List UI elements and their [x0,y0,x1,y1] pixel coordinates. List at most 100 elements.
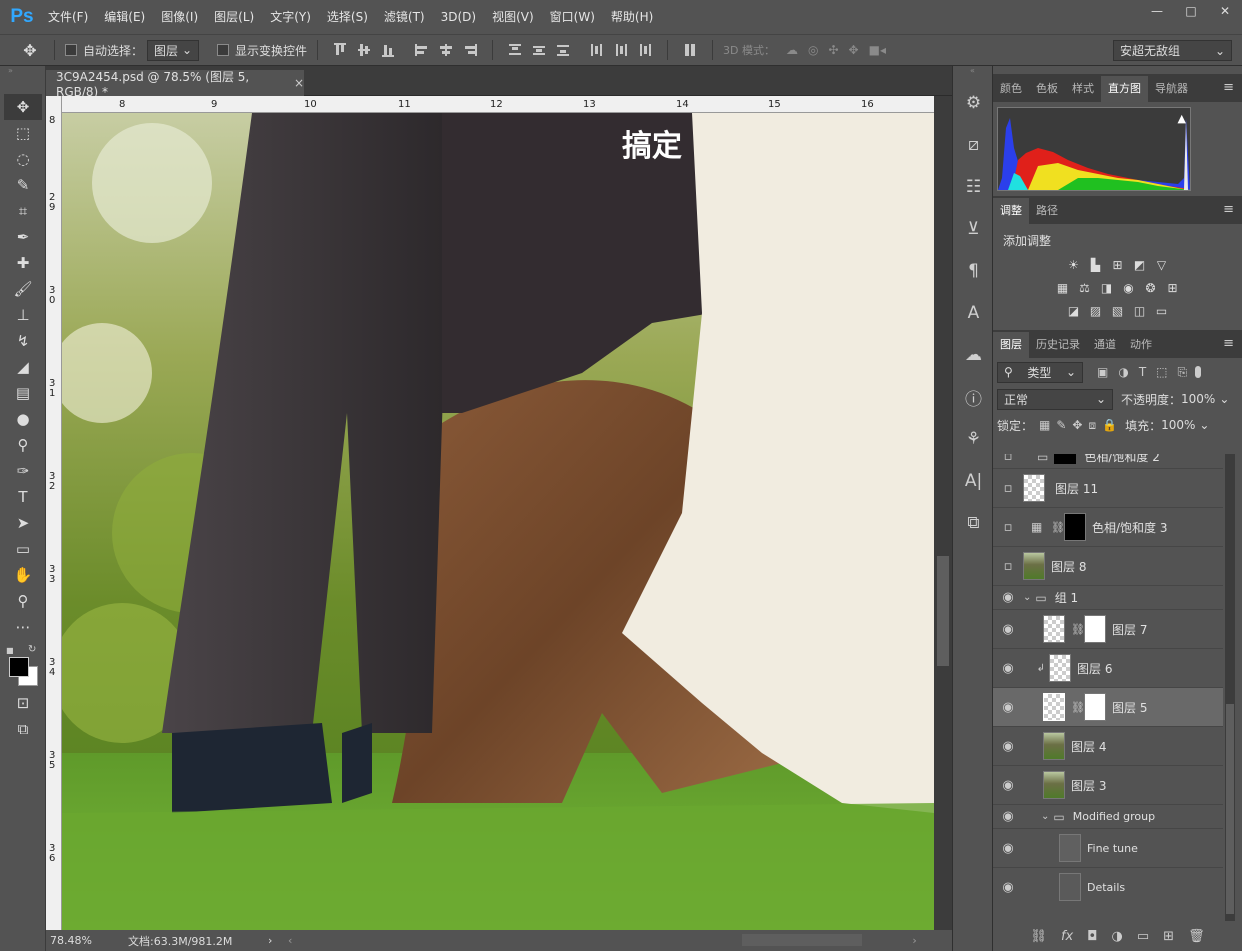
path-select-tool[interactable]: ➤ [0,510,46,536]
eraser-tool[interactable]: ◢ [0,354,46,380]
distribute-left-icon[interactable] [589,42,605,58]
trash-icon[interactable]: 🗑 [1188,929,1205,944]
layer-row-selected[interactable]: ◉ ⛓ 图层 5 [993,687,1223,726]
horizontal-scrollbar[interactable] [292,930,912,951]
panel-menu-icon[interactable]: ≡ [1223,202,1234,217]
layer-row[interactable]: ◉ Fine tune [993,828,1223,867]
panel-menu-icon[interactable]: ≡ [1223,336,1234,351]
eye-icon[interactable]: ◉ [993,622,1023,637]
vertical-scrollbar[interactable] [934,96,952,930]
blur-tool[interactable]: ● [0,406,46,432]
eye-icon[interactable]: ◉ [993,880,1023,895]
swap-colors-icon[interactable]: ↻ [28,644,36,655]
layer-row[interactable]: ▫ ▭ 色相/饱和度 2 [993,454,1223,468]
new-group-icon[interactable]: ▭ [1137,929,1149,944]
status-menu-icon[interactable]: › [268,934,282,947]
fx-icon[interactable]: fx [1061,929,1073,944]
minimize-button[interactable]: — [1140,0,1174,22]
lock-all-icon[interactable]: 🔒 [1102,418,1117,432]
clone-stamp-tool[interactable]: ⊥ [0,302,46,328]
character-styles-icon[interactable]: A| [953,460,994,502]
lock-position-icon[interactable]: ✥ [1072,418,1082,432]
close-button[interactable]: ✕ [1208,0,1242,22]
distribute-right-icon[interactable] [637,42,653,58]
eye-icon[interactable]: ◉ [993,739,1023,754]
tab-styles[interactable]: 样式 [1065,76,1101,102]
hue-saturation-icon[interactable]: ▦ [1054,279,1072,297]
channel-mixer-icon[interactable]: ❂ [1142,279,1160,297]
gradient-tool[interactable]: ▤ [0,380,46,406]
move-tool-icon[interactable]: ✥ [10,34,50,66]
align-hcenter-icon[interactable] [438,42,454,58]
distribute-bottom-icon[interactable] [555,42,571,58]
3d-slide-icon[interactable]: ✥ [849,43,859,57]
scroll-right-icon[interactable]: › [912,934,916,947]
tab-adjustments[interactable]: 调整 [993,198,1029,224]
opacity-value[interactable]: 100% [1181,392,1215,406]
brush-tool[interactable]: 🖌 [0,276,46,302]
chevron-down-icon[interactable]: ⌄ [1041,811,1049,822]
menu-help[interactable]: 帮助(H) [603,0,661,34]
curves-icon[interactable]: ⊞ [1109,256,1127,274]
tab-color[interactable]: 颜色 [993,76,1029,102]
eye-icon[interactable]: ◉ [993,590,1023,605]
rectangle-tool[interactable]: ▭ [0,536,46,562]
eye-icon[interactable]: ◉ [993,700,1023,715]
filter-adjustment-icon[interactable]: ◑ [1118,365,1128,379]
marquee-tool[interactable]: ⬚ [0,120,46,146]
fill-value[interactable]: 100% [1161,418,1195,432]
filter-pixel-icon[interactable]: ▣ [1097,365,1108,379]
menu-select[interactable]: 选择(S) [319,0,376,34]
layer-row[interactable]: ▫ 图层 11 [993,468,1223,507]
menu-image[interactable]: 图像(I) [153,0,206,34]
layer-filter-dropdown[interactable]: ⚲ 类型 ⌄ [997,361,1083,383]
align-top-icon[interactable] [332,42,348,58]
align-bottom-icon[interactable] [380,42,396,58]
brightness-icon[interactable]: ☀ [1065,256,1083,274]
tab-actions[interactable]: 动作 [1123,332,1159,358]
group-row[interactable]: ◉ ⌄ ▭ 组 1 [993,585,1223,609]
menu-view[interactable]: 视图(V) [484,0,542,34]
layers-scroll-thumb[interactable] [1226,704,1234,914]
3d-scale-icon[interactable]: ■◂ [869,43,886,57]
warning-icon[interactable]: ▲ [1178,112,1186,125]
eyedropper-tool[interactable]: ✒ [0,224,46,250]
tab-histogram[interactable]: 直方图 [1101,76,1148,102]
invert-icon[interactable]: ◪ [1065,302,1083,320]
menu-window[interactable]: 窗口(W) [542,0,603,34]
layer-row[interactable]: ◉ Details [993,867,1223,906]
chevron-down-icon[interactable]: ⌄ [1199,418,1209,432]
filter-shape-icon[interactable]: ⬚ [1156,365,1167,379]
black-white-icon[interactable]: ◨ [1098,279,1116,297]
menu-3d[interactable]: 3D(D) [433,0,484,34]
transform-panel-icon[interactable]: ⧄ [953,124,994,166]
tab-channels[interactable]: 通道 [1087,332,1123,358]
filter-smart-icon[interactable]: ⎘ [1178,365,1188,380]
photo-filter-icon[interactable]: ◉ [1120,279,1138,297]
chevron-down-icon[interactable]: ⌄ [1219,392,1229,406]
eye-icon[interactable]: ◉ [993,661,1023,676]
layer-row[interactable]: ▫ ▦ ⛓ 色相/饱和度 3 [993,507,1223,546]
lock-artboard-icon[interactable]: ⧈ [1088,418,1096,433]
workspace-dropdown[interactable]: 安超无敌组 ⌄ [1113,40,1232,61]
maximize-button[interactable]: □ [1174,0,1208,22]
tab-paths[interactable]: 路径 [1029,198,1065,224]
show-transform-checkbox[interactable] [217,44,230,56]
layers-scrollbar[interactable] [1225,454,1235,921]
color-balance-icon[interactable]: ⚖ [1076,279,1094,297]
tab-history[interactable]: 历史记录 [1029,332,1087,358]
lasso-tool[interactable]: ◌ [0,146,46,172]
tab-swatches[interactable]: 色板 [1029,76,1065,102]
adjustment-layer-icon[interactable]: ◑ [1112,929,1123,944]
layer-row[interactable]: ◉ 图层 4 [993,726,1223,765]
hand-tool[interactable]: ✋ [0,562,46,588]
color-lookup-icon[interactable]: ⊞ [1164,279,1182,297]
panel-menu-icon[interactable]: ≡ [1223,80,1234,95]
vertical-scroll-thumb[interactable] [937,556,949,666]
visibility-toggle[interactable]: ▫ [993,520,1023,535]
3d-roll-icon[interactable]: ◎ [808,43,818,57]
default-colors-icon[interactable]: ■ [6,646,14,655]
distribute-hcenter-icon[interactable] [613,42,629,58]
new-layer-icon[interactable]: ⊞ [1163,929,1174,944]
link-layers-icon[interactable]: ⛓ [1030,929,1047,944]
